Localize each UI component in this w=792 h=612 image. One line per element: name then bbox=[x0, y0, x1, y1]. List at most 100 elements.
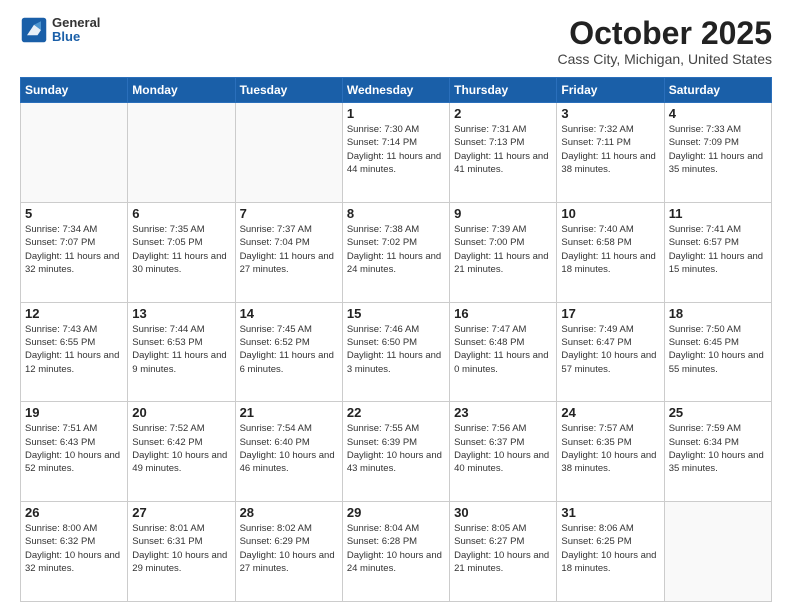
day-info: Sunrise: 7:44 AMSunset: 6:53 PMDaylight:… bbox=[132, 323, 230, 376]
subtitle: Cass City, Michigan, United States bbox=[558, 51, 773, 67]
day-number: 1 bbox=[347, 106, 445, 121]
day-number: 3 bbox=[561, 106, 659, 121]
day-number: 13 bbox=[132, 306, 230, 321]
header-thursday: Thursday bbox=[450, 78, 557, 103]
day-info: Sunrise: 7:35 AMSunset: 7:05 PMDaylight:… bbox=[132, 223, 230, 276]
day-info: Sunrise: 8:06 AMSunset: 6:25 PMDaylight:… bbox=[561, 522, 659, 575]
cell-4-2: 28 Sunrise: 8:02 AMSunset: 6:29 PMDaylig… bbox=[235, 502, 342, 602]
cell-1-5: 10 Sunrise: 7:40 AMSunset: 6:58 PMDaylig… bbox=[557, 202, 664, 302]
day-number: 6 bbox=[132, 206, 230, 221]
day-info: Sunrise: 7:32 AMSunset: 7:11 PMDaylight:… bbox=[561, 123, 659, 176]
cell-1-2: 7 Sunrise: 7:37 AMSunset: 7:04 PMDayligh… bbox=[235, 202, 342, 302]
title-block: October 2025 Cass City, Michigan, United… bbox=[558, 16, 773, 67]
cell-2-3: 15 Sunrise: 7:46 AMSunset: 6:50 PMDaylig… bbox=[342, 302, 449, 402]
week-row-1: 5 Sunrise: 7:34 AMSunset: 7:07 PMDayligh… bbox=[21, 202, 772, 302]
day-number: 5 bbox=[25, 206, 123, 221]
cell-2-2: 14 Sunrise: 7:45 AMSunset: 6:52 PMDaylig… bbox=[235, 302, 342, 402]
cell-1-4: 9 Sunrise: 7:39 AMSunset: 7:00 PMDayligh… bbox=[450, 202, 557, 302]
header-monday: Monday bbox=[128, 78, 235, 103]
header-row: Sunday Monday Tuesday Wednesday Thursday… bbox=[21, 78, 772, 103]
header-friday: Friday bbox=[557, 78, 664, 103]
logo-general-text: General bbox=[52, 16, 100, 30]
cell-4-1: 27 Sunrise: 8:01 AMSunset: 6:31 PMDaylig… bbox=[128, 502, 235, 602]
cell-2-5: 17 Sunrise: 7:49 AMSunset: 6:47 PMDaylig… bbox=[557, 302, 664, 402]
week-row-2: 12 Sunrise: 7:43 AMSunset: 6:55 PMDaylig… bbox=[21, 302, 772, 402]
cell-0-1 bbox=[128, 103, 235, 203]
cell-0-6: 4 Sunrise: 7:33 AMSunset: 7:09 PMDayligh… bbox=[664, 103, 771, 203]
cell-0-4: 2 Sunrise: 7:31 AMSunset: 7:13 PMDayligh… bbox=[450, 103, 557, 203]
day-info: Sunrise: 7:52 AMSunset: 6:42 PMDaylight:… bbox=[132, 422, 230, 475]
cell-1-1: 6 Sunrise: 7:35 AMSunset: 7:05 PMDayligh… bbox=[128, 202, 235, 302]
cell-2-0: 12 Sunrise: 7:43 AMSunset: 6:55 PMDaylig… bbox=[21, 302, 128, 402]
cell-3-4: 23 Sunrise: 7:56 AMSunset: 6:37 PMDaylig… bbox=[450, 402, 557, 502]
header-sunday: Sunday bbox=[21, 78, 128, 103]
day-info: Sunrise: 8:05 AMSunset: 6:27 PMDaylight:… bbox=[454, 522, 552, 575]
logo: General Blue bbox=[20, 16, 100, 45]
day-number: 23 bbox=[454, 405, 552, 420]
week-row-0: 1 Sunrise: 7:30 AMSunset: 7:14 PMDayligh… bbox=[21, 103, 772, 203]
day-number: 30 bbox=[454, 505, 552, 520]
cell-4-4: 30 Sunrise: 8:05 AMSunset: 6:27 PMDaylig… bbox=[450, 502, 557, 602]
day-info: Sunrise: 7:49 AMSunset: 6:47 PMDaylight:… bbox=[561, 323, 659, 376]
day-number: 7 bbox=[240, 206, 338, 221]
day-info: Sunrise: 7:47 AMSunset: 6:48 PMDaylight:… bbox=[454, 323, 552, 376]
header-wednesday: Wednesday bbox=[342, 78, 449, 103]
day-number: 11 bbox=[669, 206, 767, 221]
day-number: 10 bbox=[561, 206, 659, 221]
day-number: 25 bbox=[669, 405, 767, 420]
day-number: 21 bbox=[240, 405, 338, 420]
day-number: 8 bbox=[347, 206, 445, 221]
header: General Blue October 2025 Cass City, Mic… bbox=[20, 16, 772, 67]
day-info: Sunrise: 7:55 AMSunset: 6:39 PMDaylight:… bbox=[347, 422, 445, 475]
day-info: Sunrise: 7:46 AMSunset: 6:50 PMDaylight:… bbox=[347, 323, 445, 376]
day-info: Sunrise: 8:00 AMSunset: 6:32 PMDaylight:… bbox=[25, 522, 123, 575]
day-info: Sunrise: 7:33 AMSunset: 7:09 PMDaylight:… bbox=[669, 123, 767, 176]
day-info: Sunrise: 7:59 AMSunset: 6:34 PMDaylight:… bbox=[669, 422, 767, 475]
cell-1-0: 5 Sunrise: 7:34 AMSunset: 7:07 PMDayligh… bbox=[21, 202, 128, 302]
day-number: 26 bbox=[25, 505, 123, 520]
day-number: 27 bbox=[132, 505, 230, 520]
day-number: 19 bbox=[25, 405, 123, 420]
cell-2-4: 16 Sunrise: 7:47 AMSunset: 6:48 PMDaylig… bbox=[450, 302, 557, 402]
day-info: Sunrise: 7:56 AMSunset: 6:37 PMDaylight:… bbox=[454, 422, 552, 475]
day-info: Sunrise: 7:39 AMSunset: 7:00 PMDaylight:… bbox=[454, 223, 552, 276]
cell-3-2: 21 Sunrise: 7:54 AMSunset: 6:40 PMDaylig… bbox=[235, 402, 342, 502]
day-info: Sunrise: 7:54 AMSunset: 6:40 PMDaylight:… bbox=[240, 422, 338, 475]
day-info: Sunrise: 7:50 AMSunset: 6:45 PMDaylight:… bbox=[669, 323, 767, 376]
page: General Blue October 2025 Cass City, Mic… bbox=[0, 0, 792, 612]
day-info: Sunrise: 8:04 AMSunset: 6:28 PMDaylight:… bbox=[347, 522, 445, 575]
cell-1-6: 11 Sunrise: 7:41 AMSunset: 6:57 PMDaylig… bbox=[664, 202, 771, 302]
cell-4-6 bbox=[664, 502, 771, 602]
cell-3-5: 24 Sunrise: 7:57 AMSunset: 6:35 PMDaylig… bbox=[557, 402, 664, 502]
cell-1-3: 8 Sunrise: 7:38 AMSunset: 7:02 PMDayligh… bbox=[342, 202, 449, 302]
day-number: 2 bbox=[454, 106, 552, 121]
day-number: 18 bbox=[669, 306, 767, 321]
day-info: Sunrise: 7:30 AMSunset: 7:14 PMDaylight:… bbox=[347, 123, 445, 176]
day-info: Sunrise: 7:41 AMSunset: 6:57 PMDaylight:… bbox=[669, 223, 767, 276]
day-number: 17 bbox=[561, 306, 659, 321]
cell-2-1: 13 Sunrise: 7:44 AMSunset: 6:53 PMDaylig… bbox=[128, 302, 235, 402]
day-info: Sunrise: 7:57 AMSunset: 6:35 PMDaylight:… bbox=[561, 422, 659, 475]
logo-blue-text: Blue bbox=[52, 30, 100, 44]
day-info: Sunrise: 7:43 AMSunset: 6:55 PMDaylight:… bbox=[25, 323, 123, 376]
cell-4-5: 31 Sunrise: 8:06 AMSunset: 6:25 PMDaylig… bbox=[557, 502, 664, 602]
day-info: Sunrise: 8:02 AMSunset: 6:29 PMDaylight:… bbox=[240, 522, 338, 575]
cell-3-1: 20 Sunrise: 7:52 AMSunset: 6:42 PMDaylig… bbox=[128, 402, 235, 502]
cell-0-2 bbox=[235, 103, 342, 203]
cell-3-6: 25 Sunrise: 7:59 AMSunset: 6:34 PMDaylig… bbox=[664, 402, 771, 502]
day-number: 15 bbox=[347, 306, 445, 321]
day-number: 4 bbox=[669, 106, 767, 121]
logo-text: General Blue bbox=[52, 16, 100, 45]
week-row-4: 26 Sunrise: 8:00 AMSunset: 6:32 PMDaylig… bbox=[21, 502, 772, 602]
day-info: Sunrise: 7:51 AMSunset: 6:43 PMDaylight:… bbox=[25, 422, 123, 475]
cell-3-3: 22 Sunrise: 7:55 AMSunset: 6:39 PMDaylig… bbox=[342, 402, 449, 502]
day-info: Sunrise: 7:38 AMSunset: 7:02 PMDaylight:… bbox=[347, 223, 445, 276]
day-number: 14 bbox=[240, 306, 338, 321]
day-number: 12 bbox=[25, 306, 123, 321]
header-tuesday: Tuesday bbox=[235, 78, 342, 103]
day-number: 28 bbox=[240, 505, 338, 520]
cell-2-6: 18 Sunrise: 7:50 AMSunset: 6:45 PMDaylig… bbox=[664, 302, 771, 402]
cell-4-3: 29 Sunrise: 8:04 AMSunset: 6:28 PMDaylig… bbox=[342, 502, 449, 602]
day-info: Sunrise: 7:34 AMSunset: 7:07 PMDaylight:… bbox=[25, 223, 123, 276]
day-number: 16 bbox=[454, 306, 552, 321]
